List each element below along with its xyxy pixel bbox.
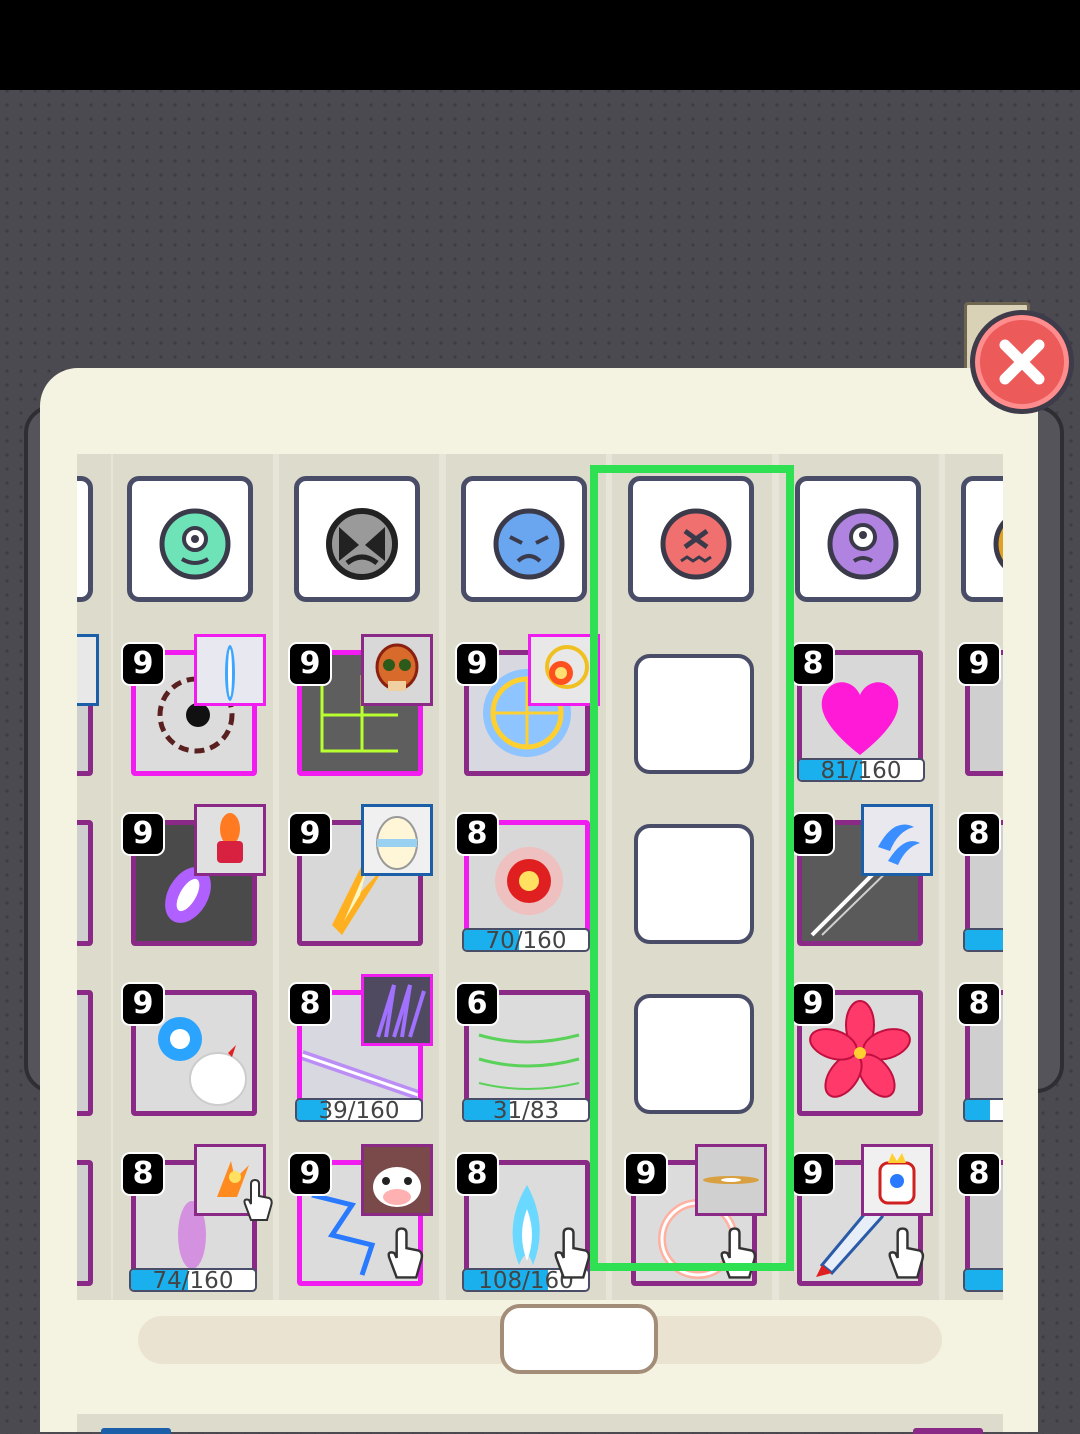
status-bar bbox=[0, 0, 1080, 90]
egg-icon bbox=[364, 807, 430, 873]
angry-dark-emoji-icon bbox=[326, 508, 398, 580]
crosshair-fire-icon bbox=[531, 637, 597, 703]
level-badge: 8 bbox=[957, 982, 1001, 1026]
level-badge: 8 bbox=[957, 812, 1001, 856]
mini-skill-icon bbox=[361, 974, 433, 1046]
progress-text: 70/160 bbox=[485, 928, 567, 952]
tap-hand-icon bbox=[554, 1227, 591, 1279]
next-row-peek bbox=[77, 1414, 1003, 1434]
mini-skill-icon bbox=[77, 634, 99, 706]
mini-skill-icon bbox=[361, 1144, 433, 1216]
skill-grid[interactable]: 9 9 9 8 81/160 9 9 9 8 70/160 9 8 9 8 39… bbox=[77, 454, 1003, 1300]
progress-bar: 39/160 bbox=[295, 1098, 423, 1122]
blue-feather-icon bbox=[864, 807, 930, 873]
level-badge: 8 bbox=[455, 1152, 499, 1196]
tap-hand-icon bbox=[387, 1227, 424, 1279]
progress-bar: 81/160 bbox=[797, 758, 925, 782]
column-highlight-frame bbox=[590, 465, 794, 1271]
skill-card-partial[interactable] bbox=[77, 990, 93, 1116]
level-badge: 9 bbox=[455, 642, 499, 686]
mini-skill-icon bbox=[194, 804, 266, 876]
close-icon bbox=[999, 339, 1045, 385]
level-badge: 9 bbox=[288, 1152, 332, 1196]
mini-skill-icon bbox=[361, 804, 433, 876]
progress-bar: 31/83 bbox=[462, 1098, 590, 1122]
progress-text: 12 bbox=[965, 1270, 1003, 1290]
progress-text: 31/83 bbox=[492, 1098, 560, 1122]
progress-bar: 70/160 bbox=[462, 928, 590, 952]
partial-gold-emoji-icon bbox=[993, 519, 1003, 569]
tap-hand-icon bbox=[243, 1178, 273, 1221]
mini-skill-icon bbox=[861, 804, 933, 876]
sad-blue-emoji-icon bbox=[493, 508, 565, 580]
level-badge: 9 bbox=[957, 642, 1001, 686]
level-badge: 9 bbox=[121, 982, 165, 1026]
lightning-icon bbox=[364, 977, 430, 1043]
emoji-card-angry[interactable] bbox=[294, 476, 420, 602]
scrollbar-thumb[interactable] bbox=[500, 1304, 658, 1374]
emoji-card-sad[interactable] bbox=[461, 476, 587, 602]
progress-text: 12 bbox=[965, 930, 1003, 950]
emoji-card-wink[interactable] bbox=[127, 476, 253, 602]
emoji-card-partial[interactable] bbox=[961, 476, 1003, 602]
tap-hand-icon bbox=[888, 1227, 925, 1279]
level-badge: 8 bbox=[455, 812, 499, 856]
emoji-card[interactable] bbox=[77, 476, 93, 602]
level-badge: 9 bbox=[121, 642, 165, 686]
one-eye-purple-emoji-icon bbox=[827, 508, 899, 580]
level-badge: 8 bbox=[957, 1152, 1001, 1196]
wink-emoji-icon bbox=[159, 508, 231, 580]
progress-text: 39/160 bbox=[318, 1098, 400, 1122]
level-badge: 8 bbox=[288, 982, 332, 1026]
level-badge: 9 bbox=[288, 812, 332, 856]
fire-turret-icon bbox=[197, 807, 263, 873]
cow-icon bbox=[364, 1147, 430, 1213]
mini-skill-icon bbox=[194, 634, 266, 706]
skill-card-partial[interactable] bbox=[77, 1160, 93, 1286]
close-button[interactable] bbox=[970, 310, 1074, 414]
level-badge: 8 bbox=[791, 642, 835, 686]
progress-text: 81/160 bbox=[820, 758, 902, 782]
level-badge: 9 bbox=[791, 1152, 835, 1196]
level-badge: 9 bbox=[791, 812, 835, 856]
blue-beam-icon bbox=[197, 637, 263, 703]
skull-icon bbox=[364, 637, 430, 703]
progress-text: 74/160 bbox=[152, 1268, 234, 1292]
mini-skill-icon bbox=[861, 1144, 933, 1216]
level-badge: 9 bbox=[121, 812, 165, 856]
progress-bar: 12 bbox=[963, 928, 1003, 952]
progress-text: 3 bbox=[965, 1100, 1003, 1120]
robot-icon bbox=[864, 1147, 930, 1213]
level-badge: 8 bbox=[121, 1152, 165, 1196]
mini-skill-icon bbox=[361, 634, 433, 706]
level-badge: 9 bbox=[791, 982, 835, 1026]
progress-bar: 74/160 bbox=[129, 1268, 257, 1292]
progress-bar: 12 bbox=[963, 1268, 1003, 1292]
level-badge: 9 bbox=[288, 642, 332, 686]
level-badge: 6 bbox=[455, 982, 499, 1026]
progress-bar: 3 bbox=[963, 1098, 1003, 1122]
emoji-card-one-eye[interactable] bbox=[795, 476, 921, 602]
skill-card-partial[interactable] bbox=[77, 820, 93, 946]
